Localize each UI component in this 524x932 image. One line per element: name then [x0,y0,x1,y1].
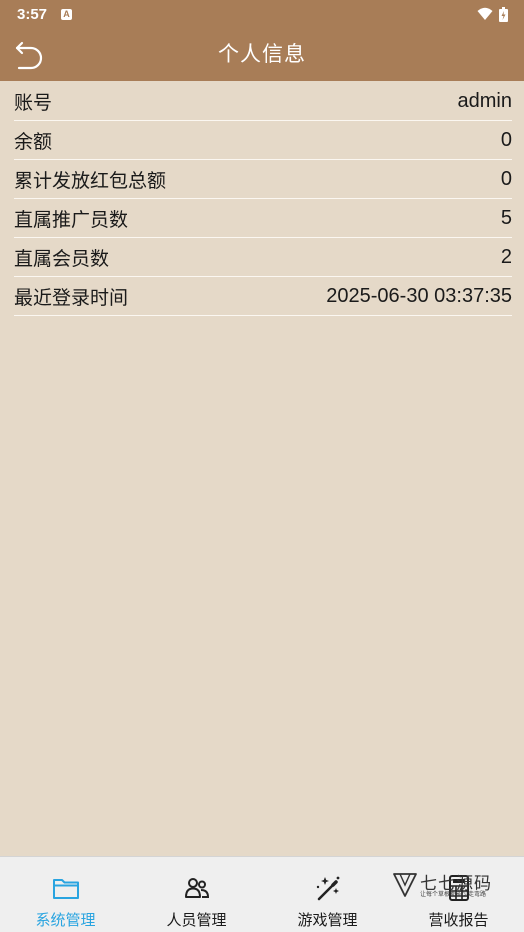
info-label: 直属推广员数 [14,208,129,231]
tab-game-management[interactable]: 游戏管理 [262,857,393,932]
page-title: 个人信息 [218,42,306,66]
tab-label: 营收报告 [428,911,489,929]
info-label: 累计发放红包总额 [14,169,167,192]
info-row-account: 账号 admin [14,82,512,121]
info-label: 直属会员数 [14,247,110,270]
info-row-direct-promoters: 直属推广员数 5 [14,199,512,238]
notification-a-icon: A [61,8,73,20]
info-value: 0 [500,128,512,151]
info-row-red-packet-total: 累计发放红包总额 0 [14,160,512,199]
info-row-balance: 余额 0 [14,121,512,160]
status-left: 3:57 A [17,5,73,23]
wifi-icon [477,7,493,20]
info-value: 2025-06-30 03:37:35 [326,284,512,307]
tab-label: 游戏管理 [297,911,358,929]
info-label: 账号 [14,91,53,114]
info-row-last-login: 最近登录时间 2025-06-30 03:37:35 [14,277,512,316]
tab-label: 人员管理 [166,911,227,929]
magic-wand-icon [316,876,339,901]
status-bar: 3:57 A [0,0,524,28]
info-list: 账号 admin 余额 0 累计发放红包总额 0 直属推广员数 5 直属会员数 … [14,82,512,316]
battery-icon [499,6,508,22]
tab-revenue-report[interactable]: 营收报告 [393,857,524,932]
bottom-tab-bar: 系统管理 人员管理 游戏管理 营收报告 [0,856,524,932]
people-icon [184,878,209,898]
info-value: 5 [500,206,512,229]
info-value: 0 [500,167,512,190]
info-label: 余额 [14,130,53,153]
info-value: 2 [500,245,512,268]
tab-label: 系统管理 [35,911,96,929]
tab-system-management[interactable]: 系统管理 [0,857,131,932]
info-row-direct-members: 直属会员数 2 [14,238,512,277]
folder-icon [52,879,79,899]
status-right [477,6,508,22]
calculator-icon [448,875,469,901]
status-time: 3:57 [17,5,48,23]
info-label: 最近登录时间 [14,286,129,309]
header: 个人信息 [0,28,524,81]
info-value: admin [457,89,512,112]
tab-staff-management[interactable]: 人员管理 [131,857,262,932]
